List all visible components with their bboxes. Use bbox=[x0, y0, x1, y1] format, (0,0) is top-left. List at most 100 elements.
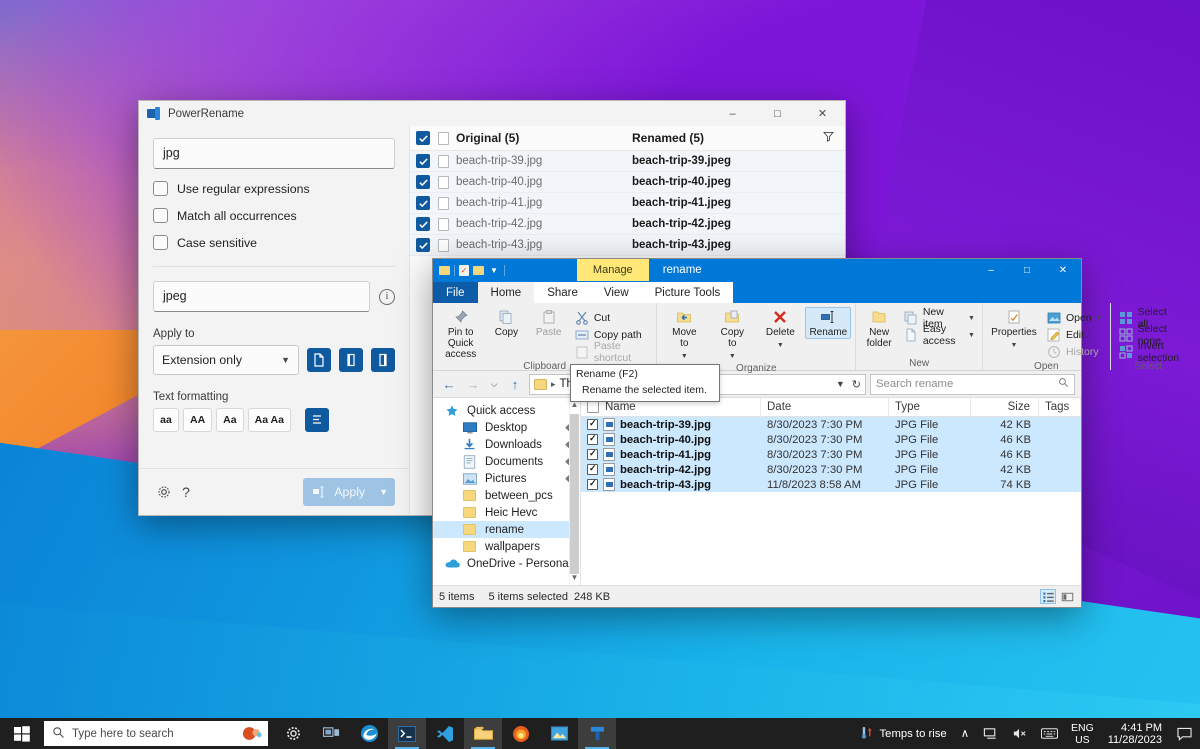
format-titlecase-button[interactable]: Aa bbox=[216, 408, 243, 432]
move-to-button[interactable]: Move to ▼ bbox=[661, 307, 707, 362]
network-icon[interactable] bbox=[976, 718, 1005, 749]
file-explorer-window[interactable]: ▼ Manage rename – □ ✕ File Home Share Vi… bbox=[432, 258, 1082, 608]
copy-to-button[interactable]: Copy to ▼ bbox=[709, 307, 755, 362]
row-checkbox[interactable] bbox=[416, 238, 430, 252]
details-view-button[interactable] bbox=[1040, 589, 1056, 604]
apply-to-select[interactable]: Extension only ▼ bbox=[153, 345, 299, 375]
chevron-down-icon[interactable]: ▼ bbox=[1096, 315, 1103, 322]
up-button[interactable]: ↑ bbox=[505, 374, 525, 394]
row-checkbox[interactable] bbox=[416, 217, 430, 231]
explorer-ribbon[interactable]: Pin to Quick access Copy Paste Cut bbox=[433, 303, 1081, 371]
preview-row[interactable]: beach-trip-42.jpgbeach-trip-42.jpeg bbox=[410, 214, 845, 235]
file-row[interactable]: beach-trip-43.jpg11/8/2023 8:58 AMJPG Fi… bbox=[581, 477, 1081, 492]
taskbar-pinned-apps[interactable] bbox=[274, 718, 616, 749]
tab-share[interactable]: Share bbox=[534, 282, 591, 303]
sidebar-item-rename[interactable]: rename bbox=[433, 521, 580, 538]
sidebar-item-desktop[interactable]: Desktop◆ bbox=[433, 419, 580, 436]
explorer-ribbon-tabs[interactable]: File Home Share View Picture Tools bbox=[433, 281, 1081, 303]
gear-icon[interactable] bbox=[153, 481, 175, 503]
sidebar-scrollbar[interactable]: ▲ ▼ bbox=[569, 398, 580, 585]
sidebar-item-pictures[interactable]: Pictures◆ bbox=[433, 470, 580, 487]
chevron-down-icon[interactable]: ▼ bbox=[968, 315, 975, 322]
chevron-down-icon[interactable]: ▼ bbox=[729, 351, 736, 362]
tray-expand-button[interactable]: ∧ bbox=[954, 718, 976, 749]
scrollbar-thumb[interactable] bbox=[570, 414, 579, 574]
taskbar-photos-icon[interactable] bbox=[540, 718, 578, 749]
format-capitalize-button[interactable]: Aa Aa bbox=[248, 408, 291, 432]
sidebar-item-between-pcs[interactable]: between_pcs bbox=[433, 487, 580, 504]
select-all-checkbox[interactable] bbox=[416, 131, 430, 145]
row-checkbox[interactable] bbox=[416, 154, 430, 168]
maximize-button[interactable]: □ bbox=[755, 101, 800, 126]
taskbar-file-explorer-icon[interactable] bbox=[464, 718, 502, 749]
checkbox-icon[interactable] bbox=[153, 208, 168, 223]
format-lowercase-button[interactable]: aa bbox=[153, 408, 179, 432]
large-icons-view-button[interactable] bbox=[1059, 589, 1075, 604]
copy-button[interactable]: Copy bbox=[486, 307, 526, 338]
chevron-down-icon[interactable]: ▼ bbox=[488, 266, 500, 275]
taskbar-settings-icon[interactable] bbox=[274, 718, 312, 749]
tab-home[interactable]: Home bbox=[478, 282, 535, 303]
column-header-date[interactable]: Date bbox=[761, 398, 889, 417]
start-button[interactable] bbox=[0, 718, 44, 749]
sidebar-item-downloads[interactable]: Downloads◆ bbox=[433, 436, 580, 453]
taskbar-edge-icon[interactable] bbox=[350, 718, 388, 749]
column-header-size[interactable]: Size bbox=[971, 398, 1039, 417]
paste-button[interactable]: Paste bbox=[529, 307, 569, 338]
taskbar-vscode-icon[interactable] bbox=[426, 718, 464, 749]
row-checkbox[interactable] bbox=[587, 449, 598, 460]
invert-selection-button[interactable]: Invert selection bbox=[1115, 344, 1182, 360]
preview-row[interactable]: beach-trip-43.jpgbeach-trip-43.jpeg bbox=[410, 235, 845, 256]
sidebar-item-onedrive-personal[interactable]: OneDrive - Personal bbox=[433, 555, 580, 572]
row-checkbox[interactable] bbox=[587, 419, 598, 430]
preview-row[interactable]: beach-trip-41.jpgbeach-trip-41.jpeg bbox=[410, 193, 845, 214]
option-match-all-occurrences[interactable]: Match all occurrences bbox=[153, 208, 395, 223]
column-header-tags[interactable]: Tags bbox=[1039, 398, 1081, 417]
contextual-tab-manage[interactable]: Manage bbox=[577, 259, 649, 281]
sidebar-item-heic-hevc[interactable]: Heic Hevc bbox=[433, 504, 580, 521]
tab-file[interactable]: File bbox=[433, 282, 478, 303]
minimize-button[interactable]: – bbox=[973, 259, 1009, 281]
checkbox-icon[interactable] bbox=[153, 181, 168, 196]
paste-shortcut-button[interactable]: Paste shortcut bbox=[571, 344, 653, 360]
option-use-regular-expressions[interactable]: Use regular expressions bbox=[153, 181, 395, 196]
taskbar[interactable]: Type here to search bbox=[0, 718, 1200, 749]
chevron-down-icon[interactable]: ▼ bbox=[379, 487, 391, 497]
enumerate-button[interactable] bbox=[305, 408, 329, 432]
preview-row[interactable]: beach-trip-39.jpgbeach-trip-39.jpeg bbox=[410, 151, 845, 172]
pin-to-quick-access-button[interactable]: Pin to Quick access bbox=[437, 307, 484, 360]
select-all-checkbox[interactable] bbox=[587, 401, 599, 413]
taskbar-firefox-icon[interactable] bbox=[502, 718, 540, 749]
language-indicator[interactable]: ENG US bbox=[1065, 722, 1100, 746]
back-button[interactable]: ← bbox=[439, 374, 459, 394]
system-tray[interactable]: Temps to rise ∧ ENG US 4:41 PM 11/28/202… bbox=[852, 718, 1200, 749]
scroll-down-arrow[interactable]: ▼ bbox=[570, 571, 579, 585]
taskbar-powertoys-icon[interactable] bbox=[578, 718, 616, 749]
info-icon[interactable]: i bbox=[379, 289, 395, 305]
chevron-down-icon[interactable]: ▼ bbox=[968, 332, 975, 339]
sidebar-item-quick-access[interactable]: Quick access bbox=[433, 402, 580, 419]
explorer-sidebar[interactable]: Quick accessDesktop◆Downloads◆Documents◆… bbox=[433, 398, 581, 585]
file-row[interactable]: beach-trip-39.jpg8/30/2023 7:30 PMJPG Fi… bbox=[581, 417, 1081, 432]
new-folder-button[interactable]: New folder bbox=[860, 307, 897, 349]
format-uppercase-button[interactable]: AA bbox=[183, 408, 212, 432]
keyboard-icon[interactable] bbox=[1034, 718, 1065, 749]
chevron-down-icon[interactable]: ▼ bbox=[1011, 340, 1018, 351]
lowercase-toggle-button[interactable] bbox=[371, 348, 395, 372]
column-header-type[interactable]: Type bbox=[889, 398, 971, 417]
delete-button[interactable]: Delete ▼ bbox=[757, 307, 803, 351]
file-list-pane[interactable]: Name Date Type Size Tags beach-trip-39.j… bbox=[581, 398, 1081, 585]
properties-icon[interactable] bbox=[459, 265, 469, 276]
row-checkbox[interactable] bbox=[416, 175, 430, 189]
rename-button[interactable]: Rename bbox=[805, 307, 851, 339]
file-row[interactable]: beach-trip-42.jpg8/30/2023 7:30 PMJPG Fi… bbox=[581, 462, 1081, 477]
taskbar-search-input[interactable]: Type here to search bbox=[44, 721, 268, 746]
file-row[interactable]: beach-trip-41.jpg8/30/2023 7:30 PMJPG Fi… bbox=[581, 447, 1081, 462]
action-center-icon[interactable] bbox=[1170, 718, 1198, 749]
replace-with-input[interactable]: jpeg bbox=[153, 281, 370, 312]
uppercase-toggle-button[interactable] bbox=[339, 348, 363, 372]
explorer-titlebar[interactable]: ▼ Manage rename – □ ✕ bbox=[433, 259, 1081, 281]
properties-button[interactable]: Properties ▼ bbox=[987, 307, 1041, 351]
preview-row[interactable]: beach-trip-40.jpgbeach-trip-40.jpeg bbox=[410, 172, 845, 193]
volume-muted-icon[interactable] bbox=[1005, 718, 1034, 749]
